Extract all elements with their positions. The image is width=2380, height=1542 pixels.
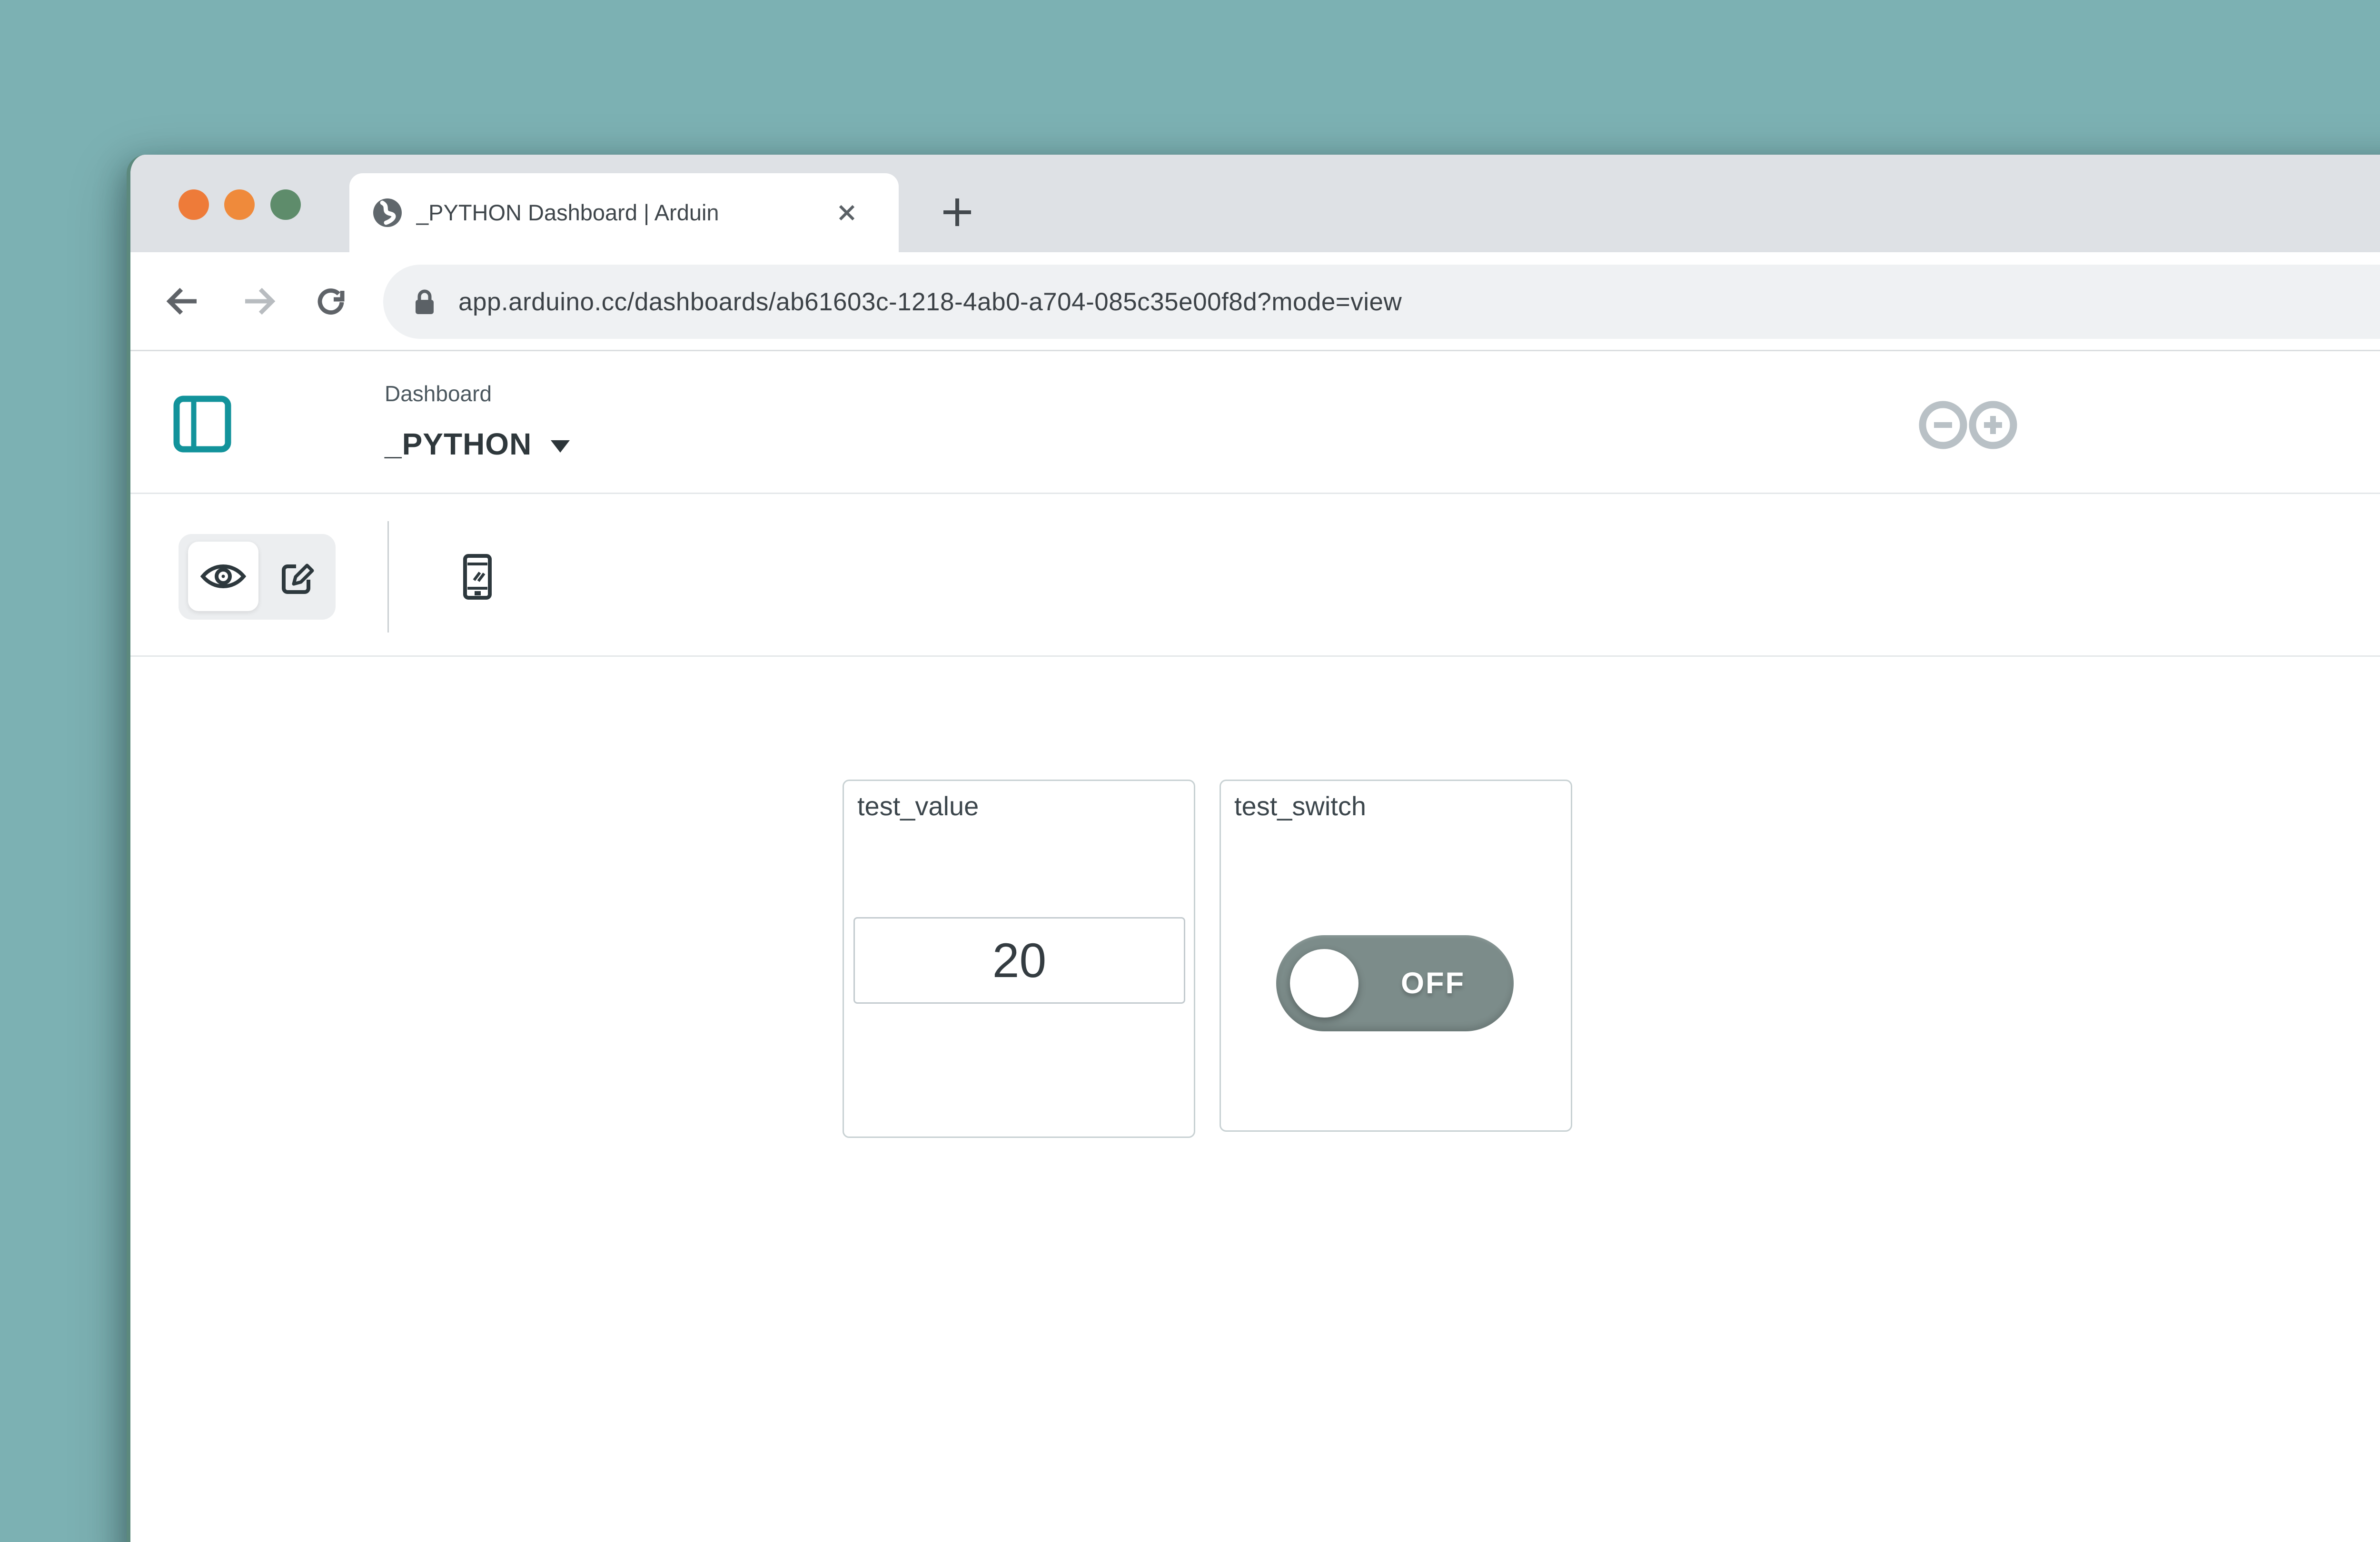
window-close-button[interactable]: [178, 189, 209, 220]
dashboard-title-dropdown[interactable]: _PYTHON: [385, 426, 570, 462]
dashboard-title: _PYTHON: [385, 426, 532, 462]
dashboard-eyebrow-label: Dashboard: [385, 381, 492, 406]
toggle-state-label: OFF: [1401, 966, 1465, 1000]
pencil-square-icon: [278, 558, 316, 596]
value-widget-label: test_value: [857, 791, 979, 821]
view-edit-segmented-control: [178, 534, 336, 620]
dashboard-toolbar: [130, 494, 2380, 657]
value-widget-card: test_value 20: [843, 780, 1195, 1138]
browser-tab[interactable]: _PYTHON Dashboard | Arduin: [349, 173, 899, 252]
reload-button[interactable]: [311, 281, 351, 321]
new-tab-button[interactable]: [940, 195, 975, 230]
value-input[interactable]: 20: [853, 917, 1185, 1004]
edit-mode-button[interactable]: [258, 534, 336, 620]
browser-navbar: app.arduino.cc/dashboards/ab61603c-1218-…: [130, 252, 2380, 351]
tab-title: _PYTHON Dashboard | Arduin: [416, 173, 825, 252]
dashboard-canvas: test_value 20 test_switch OFF: [130, 657, 2380, 1542]
globe-favicon-icon: [372, 198, 403, 228]
switch-toggle[interactable]: OFF: [1276, 935, 1514, 1031]
chevron-down-icon: [551, 440, 570, 453]
window-minimize-button[interactable]: [224, 189, 255, 220]
dashboard-header: Dashboard _PYTHON: [130, 351, 2380, 494]
view-mode-button[interactable]: [188, 542, 258, 611]
back-button[interactable]: [162, 281, 202, 321]
toggle-knob: [1290, 949, 1359, 1018]
url-text: app.arduino.cc/dashboards/ab61603c-1218-…: [458, 287, 1402, 316]
window-zoom-button[interactable]: [270, 189, 301, 220]
switch-widget-label: test_switch: [1234, 791, 1366, 821]
tab-strip: _PYTHON Dashboard | Arduin: [130, 155, 2380, 252]
eye-icon: [200, 560, 246, 593]
tab-close-icon[interactable]: [834, 200, 860, 226]
mobile-preview-button[interactable]: [463, 554, 492, 600]
browser-window: _PYTHON Dashboard | Arduin app.arduino.c…: [127, 155, 2380, 1542]
toolbar-divider: [387, 521, 389, 633]
arduino-infinity-icon: [1914, 400, 2022, 450]
sidebar-toggle-icon[interactable]: [173, 395, 232, 453]
lock-icon[interactable]: [413, 287, 436, 317]
forward-button[interactable]: [239, 281, 279, 321]
switch-widget-card: test_switch OFF: [1220, 780, 1572, 1132]
address-bar[interactable]: app.arduino.cc/dashboards/ab61603c-1218-…: [383, 265, 2380, 339]
